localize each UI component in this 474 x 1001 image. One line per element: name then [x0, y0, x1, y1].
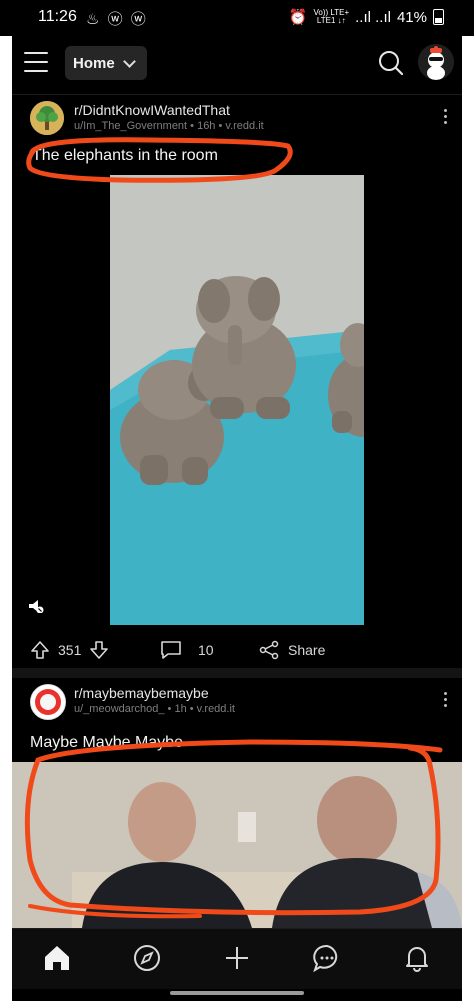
app-bar: Home [12, 36, 462, 94]
post-divider [12, 668, 462, 678]
post-actions: 351 10 Share [12, 635, 462, 665]
avatar[interactable] [418, 44, 454, 80]
post-card[interactable]: r/DidntKnowIWantedThat u/Im_The_Governme… [12, 94, 462, 669]
battery-level: 41% [396, 8, 427, 26]
status-bar: 11:26 ♨ ⓦ ⓦ ⏰ Vo)) LTE+ LTE1 ↓↑ ..ıl ..ı… [0, 0, 474, 36]
share-button[interactable]: Share [258, 640, 325, 660]
vote-group: 351 [30, 640, 109, 660]
post-title[interactable]: The elephants in the room [32, 147, 218, 165]
explore-icon[interactable] [132, 943, 162, 973]
subreddit-icon[interactable] [30, 684, 66, 720]
screenshot-edge-left [0, 36, 12, 1001]
subreddit-name[interactable]: r/DidntKnowIWantedThat [74, 102, 230, 118]
post-meta: u/_meowdarchod_ • 1h • v.redd.it [74, 703, 235, 715]
chat-icon[interactable] [312, 943, 342, 973]
post-video[interactable] [12, 762, 462, 928]
signal-icon: ..ıl ..ıl [355, 8, 391, 26]
battery-icon [433, 9, 444, 25]
vote-count: 351 [58, 642, 82, 658]
post-video[interactable] [110, 175, 364, 625]
network-bottom: LTE1 ↓↑ [316, 16, 346, 25]
more-options-icon[interactable] [444, 109, 448, 127]
feed-label: Home [73, 54, 115, 72]
post-card[interactable]: r/maybemaybemaybe u/_meowdarchod_ • 1h •… [12, 678, 462, 928]
screenshot-edge-right [462, 36, 474, 1001]
comment-count: 10 [198, 642, 214, 658]
network-type: Vo)) LTE+ LTE1 ↓↑ [313, 9, 349, 25]
post-title[interactable]: Maybe Maybe Maybe [30, 734, 183, 752]
status-right: ⏰ Vo)) LTE+ LTE1 ↓↑ ..ıl ..ıl 41% [289, 8, 444, 26]
chevron-down-icon [122, 54, 136, 68]
notifications-icon[interactable] [402, 943, 432, 973]
subreddit-icon[interactable] [30, 101, 64, 135]
menu-icon[interactable] [24, 52, 48, 72]
post-meta: u/Im_The_Government • 16h • v.redd.it [74, 120, 264, 132]
feed[interactable]: r/DidntKnowIWantedThat u/Im_The_Governme… [12, 94, 462, 928]
share-icon [259, 640, 279, 660]
downvote-icon[interactable] [89, 640, 109, 660]
subreddit-name[interactable]: r/maybemaybemaybe [74, 685, 209, 701]
mute-icon[interactable] [28, 599, 44, 613]
comment-icon [161, 641, 181, 659]
search-icon[interactable] [378, 50, 404, 76]
comments-button[interactable]: 10 [160, 640, 214, 660]
more-options-icon[interactable] [444, 692, 448, 710]
alarm-icon: ⏰ [288, 9, 308, 26]
notification-icons: ♨ ⓦ ⓦ [86, 11, 148, 28]
gesture-bar[interactable] [170, 991, 304, 995]
status-time: 11:26 [38, 8, 77, 25]
bottom-nav [12, 928, 462, 989]
share-label: Share [288, 642, 326, 658]
home-icon[interactable] [42, 943, 72, 973]
feed-selector[interactable]: Home [65, 46, 147, 80]
create-icon[interactable] [222, 943, 252, 973]
upvote-icon[interactable] [30, 640, 50, 660]
